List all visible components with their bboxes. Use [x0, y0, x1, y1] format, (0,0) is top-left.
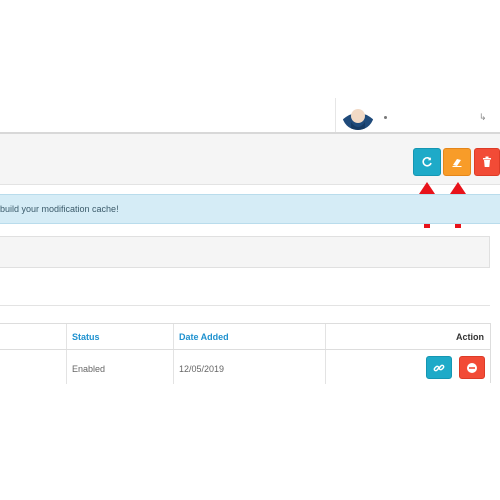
user-dropdown-indicator[interactable]: [384, 116, 387, 119]
row-date-added: 12/05/2019: [179, 364, 225, 374]
panel-divider: [0, 305, 490, 306]
page: ↳ build your modification cache! Status …: [0, 0, 500, 500]
top-header: [0, 98, 500, 132]
column-header-action: Action: [456, 332, 484, 342]
refresh-icon: [422, 157, 432, 167]
link-button[interactable]: [426, 356, 452, 379]
row-status: Enabled: [72, 364, 106, 374]
delete-button[interactable]: [474, 148, 500, 176]
minus-circle-icon: [467, 362, 477, 373]
panel-heading: [0, 236, 490, 268]
logout-icon[interactable]: ↳: [479, 112, 487, 123]
column-header-status[interactable]: Status: [72, 332, 100, 342]
info-alert: build your modification cache!: [0, 194, 500, 224]
column-header-date-added[interactable]: Date Added: [179, 332, 229, 342]
disable-button[interactable]: [459, 356, 485, 379]
alert-message: build your modification cache!: [0, 204, 119, 214]
table-row: Enabled 12/05/2019: [0, 350, 490, 384]
refresh-button[interactable]: [413, 148, 441, 176]
avatar-image: [342, 98, 374, 130]
eraser-icon: [452, 159, 462, 167]
modifications-table: Status Date Added Action Enabled 12/05/2…: [0, 323, 491, 384]
link-icon: [433, 364, 445, 371]
header-divider: [335, 98, 336, 132]
table-header-row: Status Date Added Action: [0, 324, 490, 350]
clear-button[interactable]: [443, 148, 471, 176]
avatar[interactable]: [342, 98, 374, 130]
trash-icon: [483, 156, 491, 167]
